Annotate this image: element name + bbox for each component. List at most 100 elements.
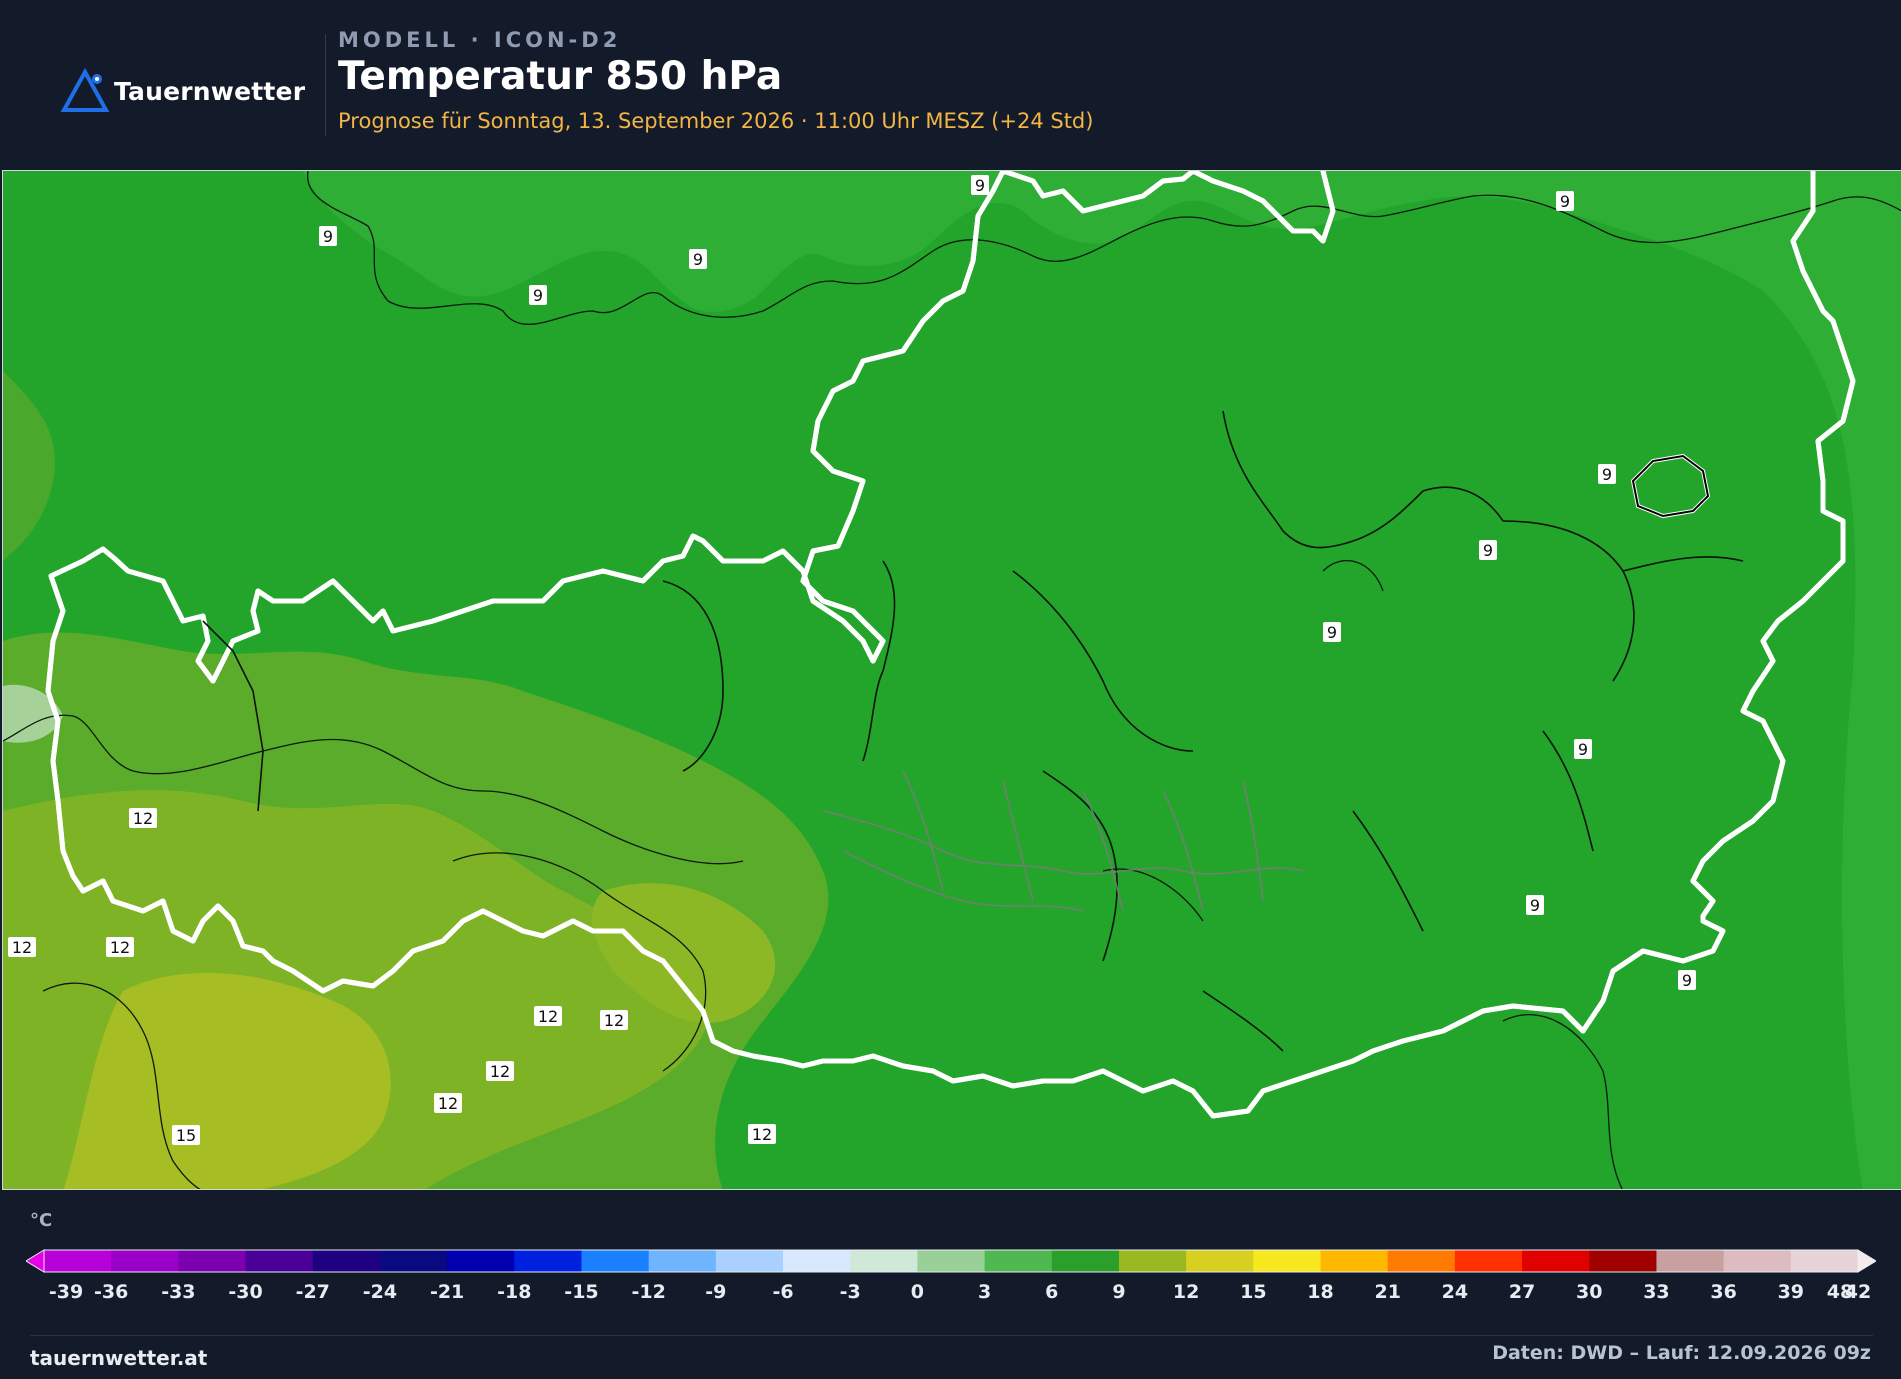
colorbar-tick-label: 18 xyxy=(1307,1281,1334,1303)
footer-site-link[interactable]: tauernwetter.at xyxy=(30,1346,207,1370)
colorbar-max-arrow xyxy=(1857,1249,1876,1273)
svg-text:12: 12 xyxy=(490,1062,510,1081)
colorbar-tick-label: -33 xyxy=(161,1281,196,1303)
colorbar xyxy=(26,1249,1876,1273)
svg-text:9: 9 xyxy=(975,176,985,195)
model-label: MODELL · ICON-D2 xyxy=(338,28,622,52)
colorbar-tick-label: 36 xyxy=(1710,1281,1737,1303)
colorbar-tick-label: -6 xyxy=(772,1281,794,1303)
colorbar-segment xyxy=(1790,1250,1859,1272)
colorbar-tick-label: -39 xyxy=(48,1281,84,1303)
svg-text:12: 12 xyxy=(538,1007,558,1026)
isotherm-label: 9 xyxy=(689,249,707,269)
colorbar-segment xyxy=(783,1250,851,1272)
svg-text:9: 9 xyxy=(1578,740,1588,759)
colorbar-segment xyxy=(1454,1250,1523,1272)
colorbar-tick-label: 39 xyxy=(1777,1281,1805,1303)
colorbar-tick-label: 27 xyxy=(1508,1281,1536,1303)
colorbar-tick-label: 30 xyxy=(1576,1281,1603,1303)
colorbar-segment xyxy=(715,1250,784,1272)
footer-divider xyxy=(30,1335,1873,1336)
isotherm-label: 9 xyxy=(1574,739,1592,759)
isotherm-label: 12 xyxy=(534,1006,562,1026)
isotherm-label: 9 xyxy=(529,285,547,305)
colorbar-tick-label: -3 xyxy=(839,1281,861,1303)
isotherm-label: 12 xyxy=(486,1061,514,1081)
svg-text:12: 12 xyxy=(12,938,32,957)
colorbar-segment xyxy=(1051,1250,1120,1272)
colorbar-tick-label: 9 xyxy=(1112,1281,1126,1303)
svg-text:12: 12 xyxy=(604,1011,624,1030)
isotherm-label: 9 xyxy=(971,175,989,195)
isotherm-label: 9 xyxy=(1598,464,1616,484)
colorbar-tick-label: 48 xyxy=(1826,1281,1854,1303)
svg-text:15: 15 xyxy=(176,1126,196,1145)
isotherm-label: 12 xyxy=(600,1010,628,1030)
colorbar-segment xyxy=(648,1250,717,1272)
colorbar-tick-label: -15 xyxy=(564,1281,599,1303)
colorbar-segment xyxy=(178,1250,247,1272)
colorbar-tick-label: -21 xyxy=(429,1281,465,1303)
colorbar-segment xyxy=(379,1250,448,1272)
colorbar-segment xyxy=(447,1250,515,1272)
header-bar: Tauernwetter MODELL · ICON-D2 Temperatur… xyxy=(0,0,1901,170)
colorbar-tick-label: -9 xyxy=(705,1281,727,1303)
isotherm-label: 15 xyxy=(172,1125,200,1145)
colorbar-segment xyxy=(850,1250,918,1272)
colorbar-segment xyxy=(245,1250,314,1272)
svg-text:9: 9 xyxy=(1560,192,1570,211)
isotherm-label: 9 xyxy=(319,226,337,246)
colorbar-tick-label: 21 xyxy=(1374,1281,1401,1303)
svg-text:9: 9 xyxy=(533,286,543,305)
isotherm-label: 12 xyxy=(129,808,157,828)
svg-text:12: 12 xyxy=(752,1125,772,1144)
colorbar-segment xyxy=(111,1250,179,1272)
colorbar-tick-label: 0 xyxy=(910,1281,925,1303)
mountain-logo-icon xyxy=(60,68,110,112)
colorbar-segment xyxy=(1118,1250,1187,1272)
colorbar-segment xyxy=(984,1250,1053,1272)
brand-name: Tauernwetter xyxy=(114,76,306,106)
forecast-time: Prognose für Sonntag, 13. September 2026… xyxy=(338,109,1094,133)
svg-text:12: 12 xyxy=(110,938,130,957)
colorbar-segment xyxy=(1589,1250,1657,1272)
isotherm-label: 9 xyxy=(1526,895,1544,915)
colorbar-segment xyxy=(44,1250,112,1272)
colorbar-segment xyxy=(917,1250,986,1272)
isotherm-label: 9 xyxy=(1479,540,1497,560)
colorbar-segment xyxy=(514,1250,582,1272)
colorbar-tick-label: -12 xyxy=(631,1281,666,1303)
legend-unit: °C xyxy=(30,1210,53,1231)
colorbar-tick-label: 3 xyxy=(977,1281,992,1303)
svg-text:9: 9 xyxy=(1327,623,1337,642)
temperature-map[interactable]: 9 9 9 9 9 9 9 9 9 9 9 12 12 12 12 12 12 … xyxy=(2,170,1901,1190)
svg-text:9: 9 xyxy=(323,227,333,246)
map-canvas: 9 9 9 9 9 9 9 9 9 9 9 12 12 12 12 12 12 … xyxy=(3,171,1901,1189)
colorbar-segment xyxy=(1656,1250,1725,1272)
colorbar-segment xyxy=(1723,1250,1792,1272)
isotherm-label: 12 xyxy=(434,1093,462,1113)
header-divider xyxy=(325,34,326,136)
svg-text:9: 9 xyxy=(1602,465,1612,484)
colorbar-segment xyxy=(1522,1250,1590,1272)
isotherm-label: 12 xyxy=(748,1124,776,1144)
colorbar-tick-label: -30 xyxy=(228,1281,263,1303)
colorbar-tick-label: -36 xyxy=(94,1281,129,1303)
colorbar-segment xyxy=(1320,1250,1389,1272)
colorbar-tick-labels: -39 -36 -33 -30 -27 -24 -21 -18 -15 -12 -9 -6 -3 0 3 6 9… xyxy=(0,1281,1901,1307)
brand-logo[interactable]: Tauernwetter xyxy=(60,66,305,116)
colorbar-tick-label: -24 xyxy=(362,1281,398,1303)
colorbar-segment xyxy=(312,1250,381,1272)
isotherm-label: 9 xyxy=(1556,191,1574,211)
isotherm-label: 9 xyxy=(1678,970,1696,990)
svg-text:9: 9 xyxy=(1682,971,1692,990)
colorbar-segment xyxy=(1387,1250,1456,1272)
isotherm-label: 9 xyxy=(1323,622,1341,642)
colorbar-segment xyxy=(581,1250,650,1272)
colorbar-segment xyxy=(1186,1250,1254,1272)
isotherm-label: 12 xyxy=(8,937,36,957)
colorbar-tick-label: 6 xyxy=(1045,1281,1059,1303)
colorbar-tick-label: -27 xyxy=(295,1281,330,1303)
svg-text:9: 9 xyxy=(1483,541,1493,560)
svg-text:9: 9 xyxy=(1530,896,1540,915)
